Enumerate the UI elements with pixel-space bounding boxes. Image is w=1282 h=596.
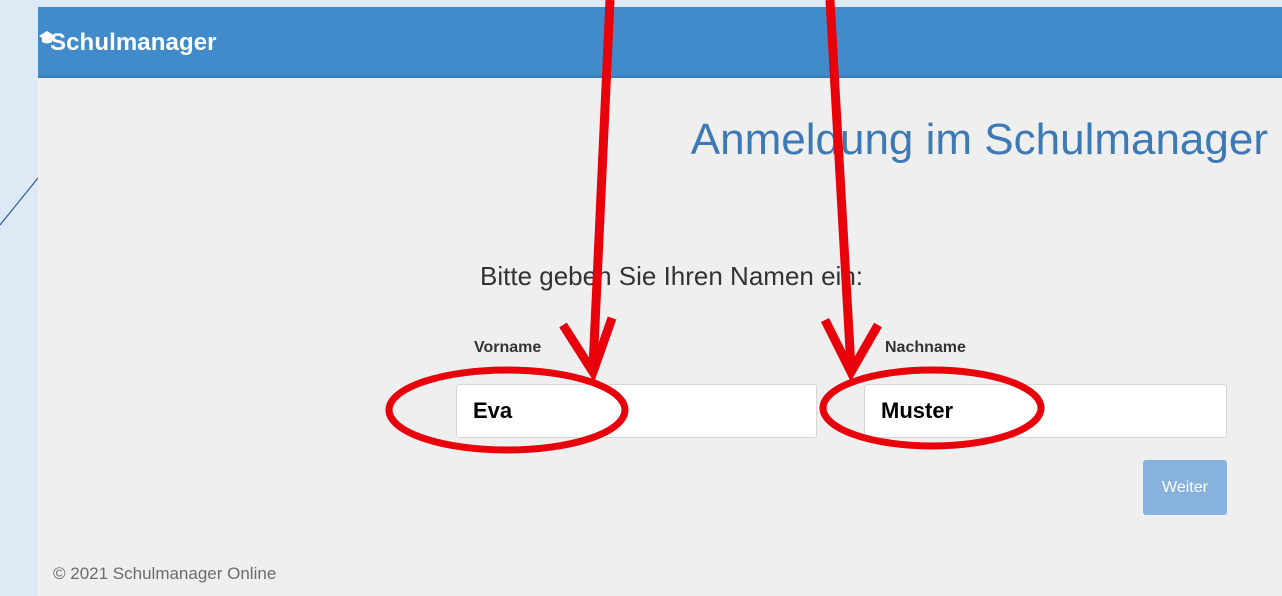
first-name-input[interactable] [456,384,817,438]
brand-name: Schulmanager [50,29,217,56]
slide-decoration-line [0,177,39,226]
last-name-input[interactable] [864,384,1227,438]
name-prompt: Bitte geben Sie Ihren Namen ein: [480,261,864,291]
browser-page: Schulmanager Anmeldung im Schulmanager B… [38,7,1282,596]
top-navbar: Schulmanager [38,7,1282,78]
next-button[interactable]: Weiter [1143,460,1227,515]
first-name-label: Vorname [474,339,542,356]
page-title: Anmeldung im Schulmanager [690,115,1268,164]
graduation-cap-icon [39,31,55,44]
brand-link[interactable]: Schulmanager [38,27,217,59]
footer-copyright: © 2021 Schulmanager Online [53,564,277,583]
last-name-label: Nachname [885,339,966,356]
